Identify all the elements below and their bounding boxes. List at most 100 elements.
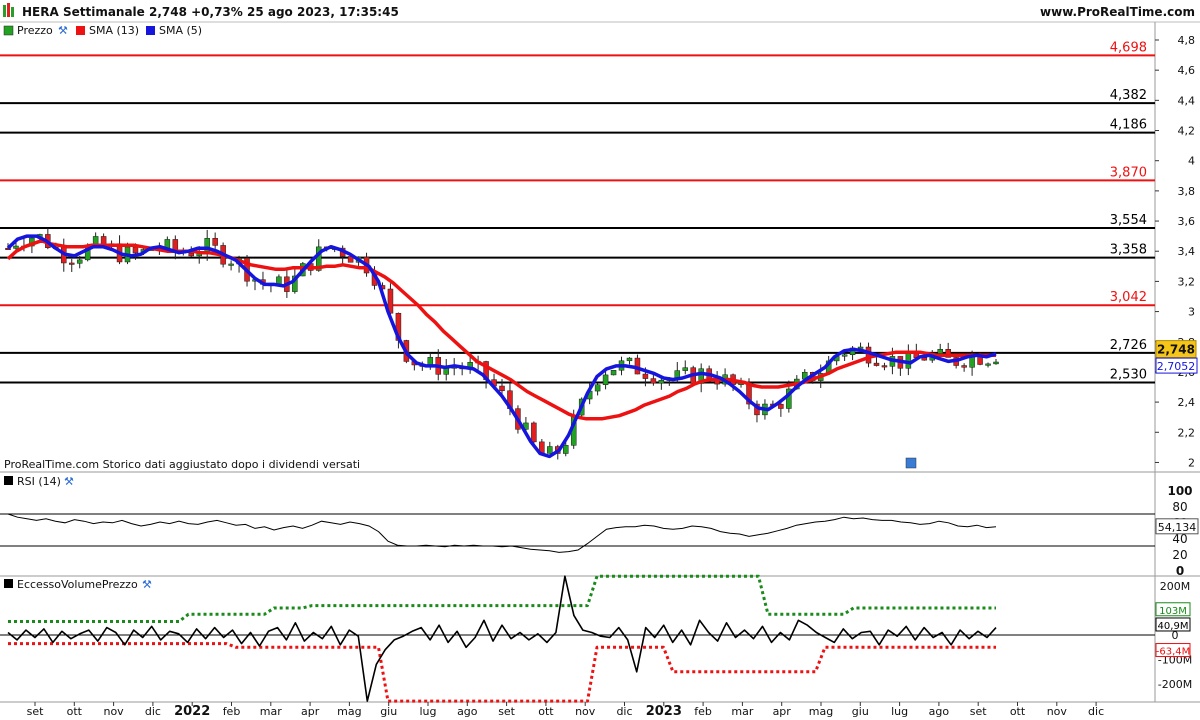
x-tick-label: apr — [773, 705, 792, 718]
price-tick-label: 4,8 — [1178, 34, 1196, 47]
price-tick-label: 3,8 — [1178, 185, 1196, 198]
candle-body — [841, 354, 848, 357]
rsi-tick-label: 100 — [1167, 484, 1192, 498]
volume-tick-label: 200M — [1160, 580, 1191, 593]
candle-body — [961, 365, 967, 368]
level-label-2: 4,186 — [1110, 118, 1147, 133]
volume-last-label: -63,4M — [1156, 647, 1191, 658]
price-legend-label: Prezzo — [17, 24, 53, 37]
x-tick-label: mag — [809, 705, 833, 718]
candle-body — [937, 349, 943, 354]
volume-tick-label: -200M — [1158, 678, 1192, 691]
price-tick-label: 4 — [1188, 155, 1195, 168]
x-tick-label: nov — [1047, 705, 1068, 718]
price-tick-label: 2,2 — [1178, 426, 1196, 439]
x-tick-label: ago — [457, 705, 478, 718]
candle-body — [188, 252, 195, 257]
x-tick-label: ott — [67, 705, 83, 718]
level-label-5: 3,358 — [1110, 243, 1147, 258]
x-tick-label: nov — [575, 705, 596, 718]
x-tick-label: set — [27, 705, 44, 718]
level-label-6: 3,042 — [1110, 290, 1147, 305]
price-tick-label: 3,2 — [1178, 275, 1196, 288]
x-tick-label: lug — [419, 705, 436, 718]
price-tick-label: 3 — [1188, 306, 1195, 319]
candle-body — [499, 385, 505, 392]
background — [0, 0, 1200, 720]
candle-body — [602, 374, 609, 385]
candle-body — [658, 379, 665, 384]
volume-last-label: 103M — [1159, 606, 1187, 617]
x-tick-label: ott — [1010, 705, 1026, 718]
candle-body — [881, 365, 888, 368]
x-tick-label: nov — [103, 705, 124, 718]
x-tick-label: ago — [929, 705, 950, 718]
price-tick-label: 3,4 — [1178, 245, 1196, 258]
chart-title: HERA Settimanale 2,748 +0,73% 25 ago 202… — [22, 5, 399, 19]
sma13-legend-label: SMA (13) — [89, 24, 139, 37]
rsi-legend-swatch — [4, 476, 13, 485]
candle-body — [642, 373, 649, 379]
x-tick-label: set — [970, 705, 987, 718]
candle-body — [778, 403, 784, 409]
candle-body — [132, 246, 139, 254]
x-tick-label: mar — [260, 705, 282, 718]
candle-body — [204, 238, 210, 254]
price-legend-swatch — [3, 25, 14, 36]
level-label-0: 4,698 — [1110, 40, 1147, 55]
x-tick-label: lug — [891, 705, 908, 718]
volume-last-label: 40,9M — [1158, 621, 1189, 632]
price-tick-label: 3,6 — [1178, 215, 1196, 228]
sma5-legend-swatch — [146, 26, 155, 35]
x-tick-label: feb — [694, 705, 712, 718]
site-label: www.ProRealTime.com — [1040, 5, 1195, 19]
last-sma-label: 2,7052 — [1157, 360, 1196, 373]
x-tick-label: giu — [380, 705, 397, 718]
level-label-3: 3,870 — [1110, 165, 1147, 180]
x-tick-label: dic — [1088, 705, 1104, 718]
wrench-icon: ⚒ — [58, 24, 68, 37]
level-label-8: 2,530 — [1110, 367, 1147, 382]
x-tick-label: dic — [616, 705, 632, 718]
x-tick-label: mar — [731, 705, 753, 718]
price-tick-label: 4,2 — [1178, 125, 1196, 138]
candle-body — [985, 363, 991, 366]
x-tick-label: set — [498, 705, 515, 718]
logo-bar-3 — [11, 7, 14, 17]
candle-body — [610, 370, 617, 376]
last-price-label: 2,748 — [1157, 343, 1195, 357]
logo-bar-1 — [3, 5, 6, 17]
candle-body — [68, 262, 75, 265]
rsi-tick-label: 20 — [1172, 548, 1187, 562]
candle-body — [650, 378, 657, 384]
sma13-legend-swatch — [76, 26, 85, 35]
rsi-tick-label: 0 — [1176, 564, 1184, 578]
x-tick-label: dic — [145, 705, 161, 718]
candle-body — [13, 245, 19, 249]
rsi-legend-label: RSI (14) — [17, 475, 61, 488]
price-tick-label: 4,4 — [1178, 94, 1196, 107]
candle-body — [562, 445, 569, 454]
candle-body — [594, 384, 601, 392]
x-tick-label: 2022 — [174, 704, 210, 719]
price-tick-label: 2,4 — [1178, 396, 1196, 409]
logo-bar-2 — [7, 3, 10, 17]
rsi-tick-label: 80 — [1172, 500, 1187, 514]
calendar-icon — [905, 457, 917, 469]
volume-legend-swatch — [4, 579, 13, 588]
candle-body — [873, 362, 880, 366]
price-tick-label: 2 — [1188, 456, 1195, 469]
wrench-icon: ⚒ — [142, 578, 152, 591]
volume-legend-label: EccessoVolumePrezzo — [17, 578, 138, 591]
level-label-4: 3,554 — [1110, 213, 1147, 228]
chart-canvas: HERA Settimanale 2,748 +0,73% 25 ago 202… — [0, 0, 1200, 720]
level-label-7: 2,726 — [1110, 338, 1147, 353]
candle-body — [905, 351, 912, 369]
candle-body — [857, 346, 864, 349]
dividend-note: ProRealTime.com Storico dati aggiustato … — [4, 458, 360, 471]
price-tick-label: 4,6 — [1178, 64, 1196, 77]
x-tick-label: 2023 — [646, 704, 682, 719]
candle-body — [547, 446, 553, 454]
rsi-last-label: 54,134 — [1158, 521, 1197, 534]
x-tick-label: giu — [852, 705, 869, 718]
